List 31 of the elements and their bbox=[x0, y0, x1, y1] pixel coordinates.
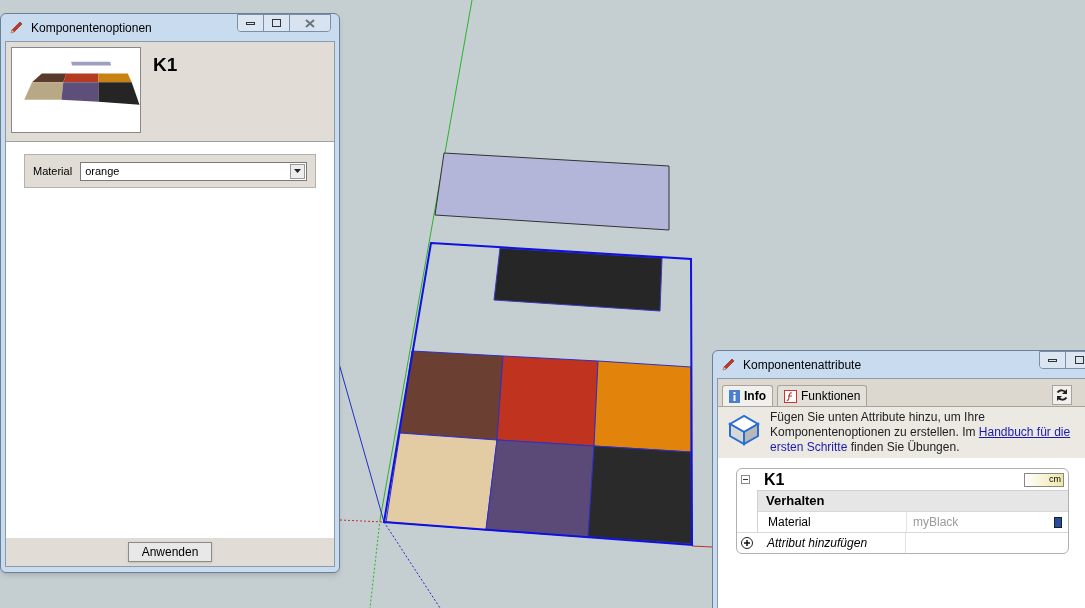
pencil-icon bbox=[9, 20, 23, 35]
minimize-button[interactable] bbox=[1040, 352, 1066, 368]
unit-ruler: cm bbox=[1024, 472, 1064, 487]
collapse-toggle[interactable] bbox=[741, 475, 750, 484]
close-button[interactable] bbox=[290, 15, 330, 31]
apply-button[interactable]: Anwenden bbox=[127, 542, 213, 562]
window-title: Komponentenattribute bbox=[743, 356, 862, 374]
axis-line bbox=[691, 545, 713, 548]
add-attribute-row[interactable]: Attribut hinzufügen bbox=[757, 533, 905, 553]
window-title: Komponentenoptionen bbox=[31, 19, 152, 37]
pencil-icon bbox=[721, 357, 735, 372]
info-icon bbox=[729, 389, 740, 403]
function-icon bbox=[784, 389, 797, 403]
add-icon[interactable] bbox=[741, 537, 753, 549]
field-label: Material bbox=[33, 163, 73, 179]
refresh-button[interactable] bbox=[1052, 385, 1072, 405]
component-name: K1 bbox=[764, 469, 785, 490]
material-dropdown[interactable]: orange bbox=[80, 161, 307, 181]
tab[interactable]: Info bbox=[722, 385, 773, 406]
minimize-button[interactable] bbox=[238, 15, 264, 31]
maximize-button[interactable] bbox=[1066, 352, 1085, 368]
component-name: K1 bbox=[153, 53, 178, 77]
attribute-name: Material bbox=[767, 514, 812, 531]
help-link[interactable]: Handbuch für die bbox=[978, 425, 1071, 439]
list-icon[interactable] bbox=[1054, 516, 1062, 528]
info-text: Fügen Sie unten Attribute hinzu, um Ihre Komponentenoptionen zu erstellen. Im Handbuch für die ersten Schritte finden Sie Übungen. bbox=[770, 410, 1072, 455]
section-header: Verhalten bbox=[758, 490, 1068, 511]
maximize-button[interactable] bbox=[264, 15, 290, 31]
close-icon bbox=[305, 18, 315, 28]
tab[interactable]: Funktionen bbox=[777, 385, 868, 406]
help-link[interactable]: ersten Schritte bbox=[770, 440, 848, 454]
